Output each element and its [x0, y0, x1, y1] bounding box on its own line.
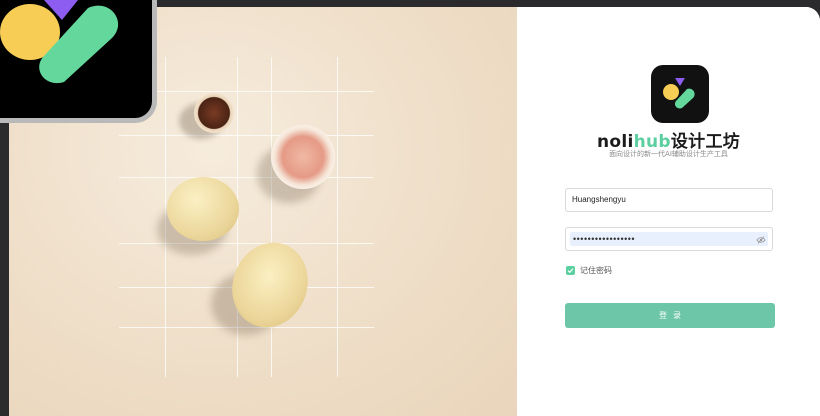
password-value: •••••••••••••••••: [570, 232, 768, 246]
login-button-label: 登录: [659, 311, 687, 320]
remember-label: 记住密码: [580, 265, 612, 275]
grid-line: [337, 57, 338, 377]
login-button[interactable]: 登录: [565, 303, 775, 328]
grid-line: [119, 243, 374, 244]
grid-line: [271, 57, 272, 377]
username-value: Huangshengyu: [572, 195, 626, 204]
remember-password[interactable]: 记住密码: [566, 265, 612, 275]
fruit-grapefruit-half: [271, 125, 335, 189]
nolihub-logo-icon: [0, 0, 157, 123]
username-input[interactable]: Huangshengyu: [565, 188, 773, 212]
tagline: 面向设计的新一代AI辅助设计生产工具: [609, 150, 728, 158]
check-icon: [567, 267, 574, 273]
nolihub-logo-icon: [651, 65, 709, 123]
eye-off-icon[interactable]: [756, 235, 766, 245]
grid-line: [119, 135, 374, 136]
password-input[interactable]: •••••••••••••••••: [565, 227, 773, 251]
fruit-dark-half: [194, 93, 234, 133]
remember-checkbox[interactable]: [566, 265, 575, 275]
fruit-lemon-round: [167, 177, 239, 241]
grid-line: [119, 91, 374, 92]
login-panel: nolihub设计工坊 面向设计的新一代AI辅助设计生产工具 Huangshen…: [517, 7, 820, 416]
grid-line: [119, 177, 374, 178]
